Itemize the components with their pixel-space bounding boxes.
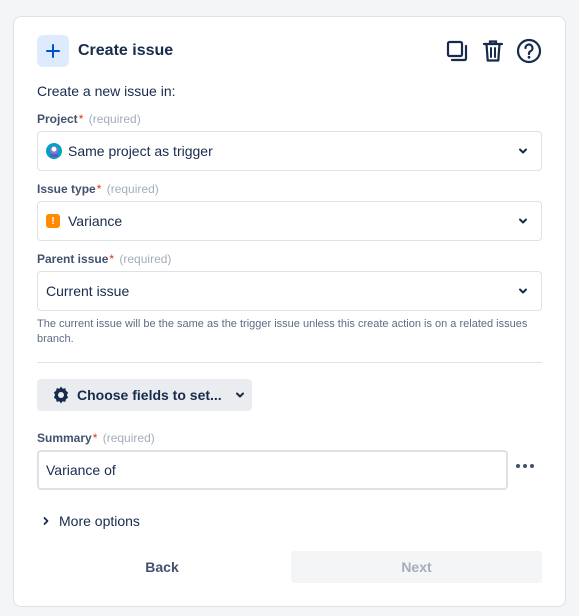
required-hint: (required) bbox=[106, 182, 159, 196]
project-avatar-icon bbox=[46, 143, 62, 159]
choose-fields-label: Choose fields to set... bbox=[77, 387, 222, 403]
chevron-down-icon bbox=[235, 392, 244, 398]
required-hint: (required) bbox=[119, 252, 172, 266]
project-value: Same project as trigger bbox=[68, 143, 213, 159]
chevron-down-icon bbox=[519, 288, 527, 294]
help-icon[interactable] bbox=[516, 37, 542, 65]
required-hint: (required) bbox=[102, 431, 155, 445]
next-button[interactable]: Next bbox=[291, 551, 542, 583]
plus-icon bbox=[37, 35, 69, 67]
chevron-down-icon bbox=[519, 148, 527, 154]
required-star: * bbox=[109, 252, 115, 266]
trash-icon[interactable] bbox=[480, 37, 506, 65]
issue-type-label: Issue type* (required) bbox=[37, 182, 159, 196]
required-star: * bbox=[92, 431, 98, 445]
create-issue-panel: Create issue Create a new issue in: Proj… bbox=[13, 16, 566, 607]
required-star: * bbox=[96, 182, 102, 196]
chevron-right-icon bbox=[43, 517, 49, 525]
panel-header: Create issue bbox=[37, 35, 542, 67]
summary-label: Summary* (required) bbox=[37, 431, 155, 445]
more-options-label: More options bbox=[59, 513, 140, 529]
project-select[interactable]: Same project as trigger bbox=[37, 131, 542, 171]
more-actions-icon[interactable] bbox=[513, 460, 537, 472]
required-hint: (required) bbox=[88, 112, 141, 126]
required-star: * bbox=[78, 112, 84, 126]
choose-fields-button[interactable]: Choose fields to set... bbox=[37, 379, 252, 411]
panel-title: Create issue bbox=[78, 42, 174, 59]
parent-issue-help-text: The current issue will be the same as th… bbox=[37, 318, 528, 345]
project-label-text: Project bbox=[37, 112, 78, 126]
parent-issue-value: Current issue bbox=[46, 283, 130, 299]
section-divider bbox=[37, 362, 542, 363]
intro-text: Create a new issue in: bbox=[37, 83, 176, 99]
copy-icon[interactable] bbox=[444, 37, 470, 65]
back-button[interactable]: Back bbox=[37, 551, 287, 583]
summary-label-text: Summary bbox=[37, 431, 92, 445]
issue-type-value: Variance bbox=[68, 213, 123, 229]
parent-issue-label-text: Parent issue bbox=[37, 252, 109, 266]
parent-issue-label: Parent issue* (required) bbox=[37, 252, 171, 266]
summary-input[interactable]: Variance of bbox=[37, 450, 508, 490]
issue-type-label-text: Issue type bbox=[37, 182, 96, 196]
issue-type-select[interactable]: ! Variance bbox=[37, 201, 542, 241]
project-label: Project* (required) bbox=[37, 112, 141, 126]
more-options-toggle[interactable]: More options bbox=[41, 513, 140, 529]
gear-icon bbox=[53, 386, 69, 404]
header-actions bbox=[444, 37, 542, 65]
chevron-down-icon bbox=[519, 218, 527, 224]
variance-issue-type-icon: ! bbox=[46, 214, 60, 228]
parent-issue-select[interactable]: Current issue bbox=[37, 271, 542, 311]
